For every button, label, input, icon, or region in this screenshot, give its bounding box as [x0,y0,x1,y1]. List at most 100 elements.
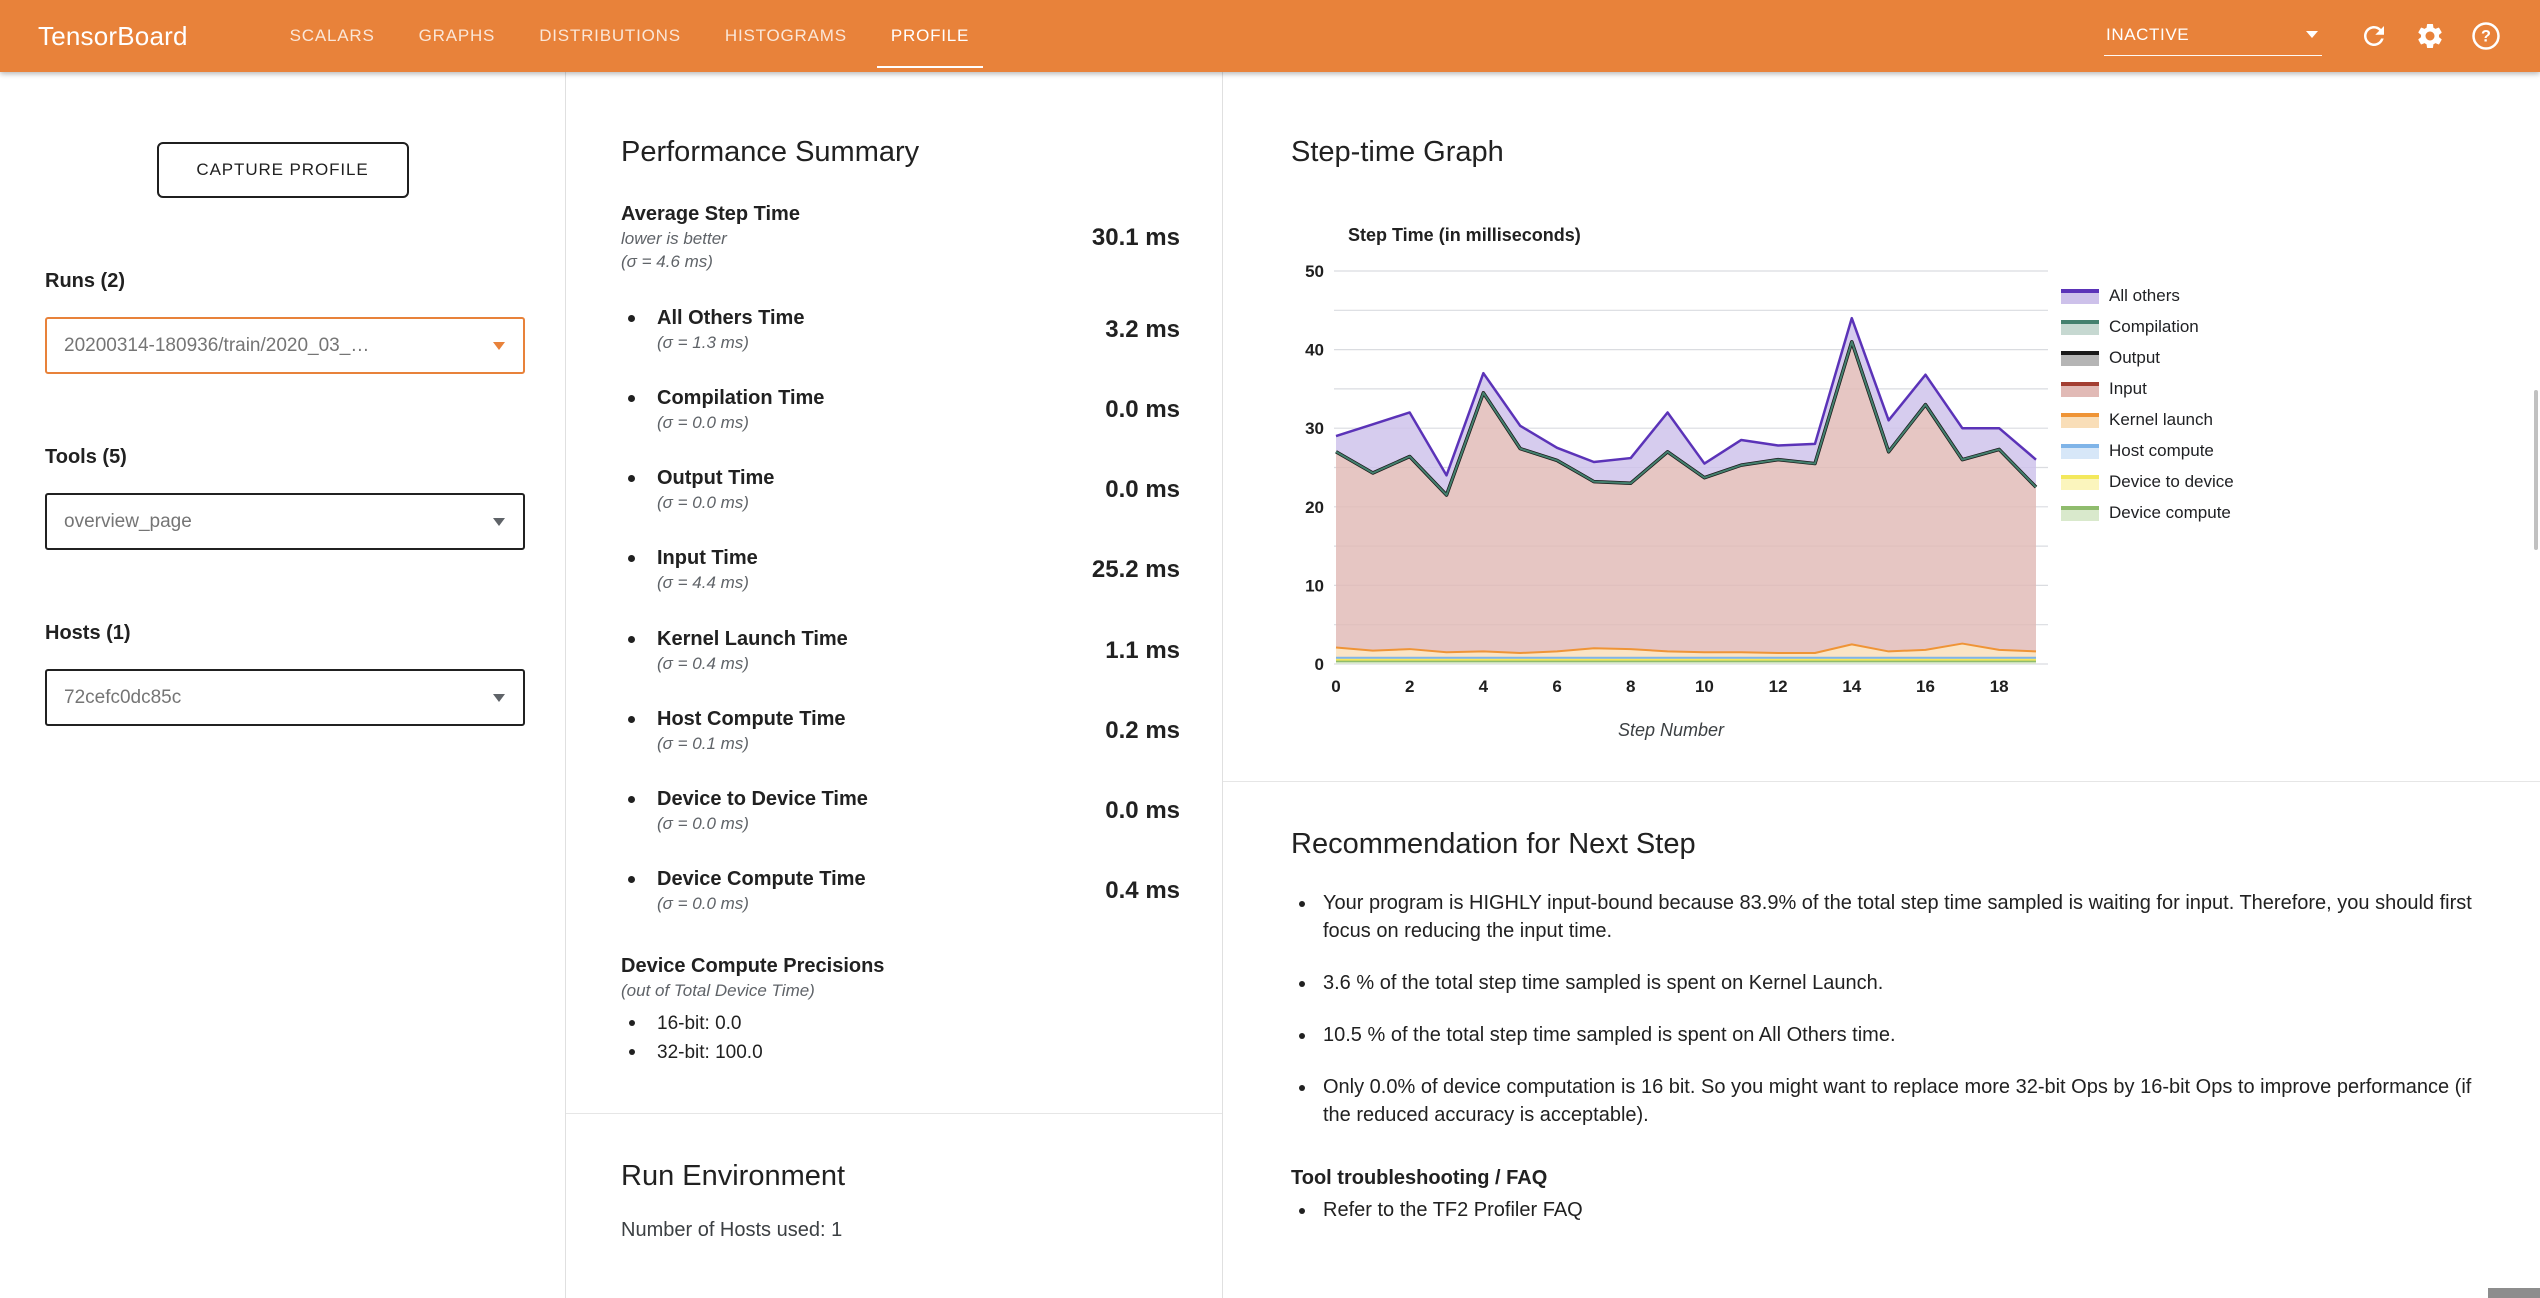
svg-text:?: ? [2481,28,2491,46]
x-axis-label: Step Number [1291,720,2051,741]
step-time-chart[interactable]: 01020304050024681012141618 [1291,256,2051,704]
legend-item[interactable]: Device compute [2061,503,2234,523]
precisions-list: 16-bit: 0.032-bit: 100.0 [621,1009,1180,1068]
performance-summary-title: Performance Summary [621,136,1180,169]
legend-label: Device to device [2109,472,2234,492]
svg-text:16: 16 [1916,677,1935,696]
legend-label: All others [2109,286,2180,306]
recommendation-item: Only 0.0% of device computation is 16 bi… [1317,1073,2490,1129]
metric-info: All Others Time(σ = 1.3 ms) [621,307,1020,353]
chevron-down-icon [493,694,505,702]
capture-profile-button[interactable]: CAPTURE PROFILE [157,142,409,198]
faq-item[interactable]: Refer to the TF2 Profiler FAQ [1317,1196,2490,1224]
metric-value: 0.0 ms [1020,797,1180,825]
reload-status-value: INACTIVE [2106,25,2189,45]
legend-label: Compilation [2109,317,2199,337]
svg-text:10: 10 [1305,576,1324,595]
hosts-dropdown[interactable]: 72cefc0dc85c [45,669,525,726]
tab-graphs[interactable]: GRAPHS [397,0,518,72]
main-content: CAPTURE PROFILE Runs (2) 20200314-180936… [0,72,2540,1298]
reload-status-dropdown[interactable]: INACTIVE [2104,25,2322,56]
nav-tabs: SCALARSGRAPHSDISTRIBUTIONSHISTOGRAMSPROF… [268,0,992,72]
vertical-scrollbar-thumb[interactable] [2534,390,2538,550]
legend-label: Kernel launch [2109,410,2213,430]
settings-button[interactable] [2415,21,2445,51]
hosts-dropdown-value: 72cefc0dc85c [64,687,181,709]
svg-text:20: 20 [1305,498,1324,517]
svg-text:6: 6 [1552,677,1561,696]
legend-item[interactable]: Compilation [2061,317,2234,337]
metric-row: Host Compute Time(σ = 0.1 ms)0.2 ms [621,708,1180,754]
gear-icon [2415,21,2445,51]
precision-item: 32-bit: 100.0 [621,1038,1180,1067]
tab-histograms[interactable]: HISTOGRAMS [703,0,869,72]
legend-item[interactable]: Host compute [2061,441,2234,461]
precisions-note: (out of Total Device Time) [621,981,1180,1001]
metric-sigma: (σ = 0.4 ms) [657,653,1020,674]
metric-sigma: (σ = 1.3 ms) [657,332,1020,353]
metric-value: 0.2 ms [1020,717,1180,745]
runs-label: Runs (2) [45,270,525,293]
svg-text:12: 12 [1769,677,1788,696]
metric-info: Input Time(σ = 4.4 ms) [621,547,1020,593]
run-environment-section: Run Environment Number of Hosts used: 1 [621,1160,1180,1242]
svg-text:50: 50 [1305,262,1324,281]
metric-sigma: (σ = 0.0 ms) [657,412,1020,433]
chevron-down-icon [2306,31,2318,38]
metric-row: Device Compute Time(σ = 0.0 ms)0.4 ms [621,868,1180,914]
legend-swatch-icon [2061,320,2099,335]
metric-sigma: (σ = 4.4 ms) [657,572,1020,593]
svg-text:14: 14 [1842,677,1861,696]
metric-info: Compilation Time(σ = 0.0 ms) [621,387,1020,433]
legend-item[interactable]: All others [2061,286,2234,306]
step-time-graph-title: Step-time Graph [1291,136,2540,169]
metric-row: All Others Time(σ = 1.3 ms)3.2 ms [621,307,1180,353]
tab-scalars[interactable]: SCALARS [268,0,397,72]
sidebar: CAPTURE PROFILE Runs (2) 20200314-180936… [0,72,565,1298]
metric-row: Average Step Timelower is better(σ = 4.6… [621,203,1180,273]
svg-text:2: 2 [1405,677,1414,696]
refresh-button[interactable] [2359,21,2389,51]
metric-row: Input Time(σ = 4.4 ms)25.2 ms [621,547,1180,593]
metric-name: Compilation Time [657,387,1020,410]
tools-dropdown[interactable]: overview_page [45,493,525,550]
tab-profile[interactable]: PROFILE [869,0,991,72]
tools-dropdown-value: overview_page [64,511,192,533]
section-divider [1223,781,2540,782]
svg-text:30: 30 [1305,419,1324,438]
tab-distributions[interactable]: DISTRIBUTIONS [517,0,703,72]
metric-value: 1.1 ms [1020,637,1180,665]
refresh-icon [2359,21,2389,51]
metric-name: Kernel Launch Time [657,628,1020,651]
help-button[interactable]: ? [2471,21,2501,51]
legend-swatch-icon [2061,444,2099,459]
chart-area: 01020304050024681012141618 All othersCom… [1291,256,2540,704]
metric-row: Kernel Launch Time(σ = 0.4 ms)1.1 ms [621,628,1180,674]
section-divider [566,1113,1222,1114]
recommendation-title: Recommendation for Next Step [1291,828,2490,861]
chart-title: Step Time (in milliseconds) [1348,225,2540,246]
legend-label: Host compute [2109,441,2214,461]
app-title: TensorBoard [38,21,188,52]
legend-item[interactable]: Device to device [2061,472,2234,492]
metric-name: Device Compute Time [657,868,1020,891]
runs-dropdown[interactable]: 20200314-180936/train/2020_03_… [45,317,525,374]
hosts-label: Hosts (1) [45,622,525,645]
legend-item[interactable]: Input [2061,379,2234,399]
scrollbar-corner [2488,1288,2540,1298]
legend-swatch-icon [2061,475,2099,490]
top-app-bar: TensorBoard SCALARSGRAPHSDISTRIBUTIONSHI… [0,0,2540,72]
svg-text:0: 0 [1315,655,1324,674]
legend-label: Output [2109,348,2160,368]
recommendation-list: Your program is HIGHLY input-bound becau… [1291,889,2490,1129]
recommendation-item: 10.5 % of the total step time sampled is… [1317,1021,2490,1049]
legend-item[interactable]: Output [2061,348,2234,368]
metric-name: Device to Device Time [657,788,1020,811]
metric-info: Device Compute Time(σ = 0.0 ms) [621,868,1020,914]
metric-value: 0.0 ms [1020,396,1180,424]
svg-text:0: 0 [1331,677,1340,696]
metric-info: Device to Device Time(σ = 0.0 ms) [621,788,1020,834]
chevron-down-icon [493,518,505,526]
legend-item[interactable]: Kernel launch [2061,410,2234,430]
metric-value: 0.4 ms [1020,877,1180,905]
